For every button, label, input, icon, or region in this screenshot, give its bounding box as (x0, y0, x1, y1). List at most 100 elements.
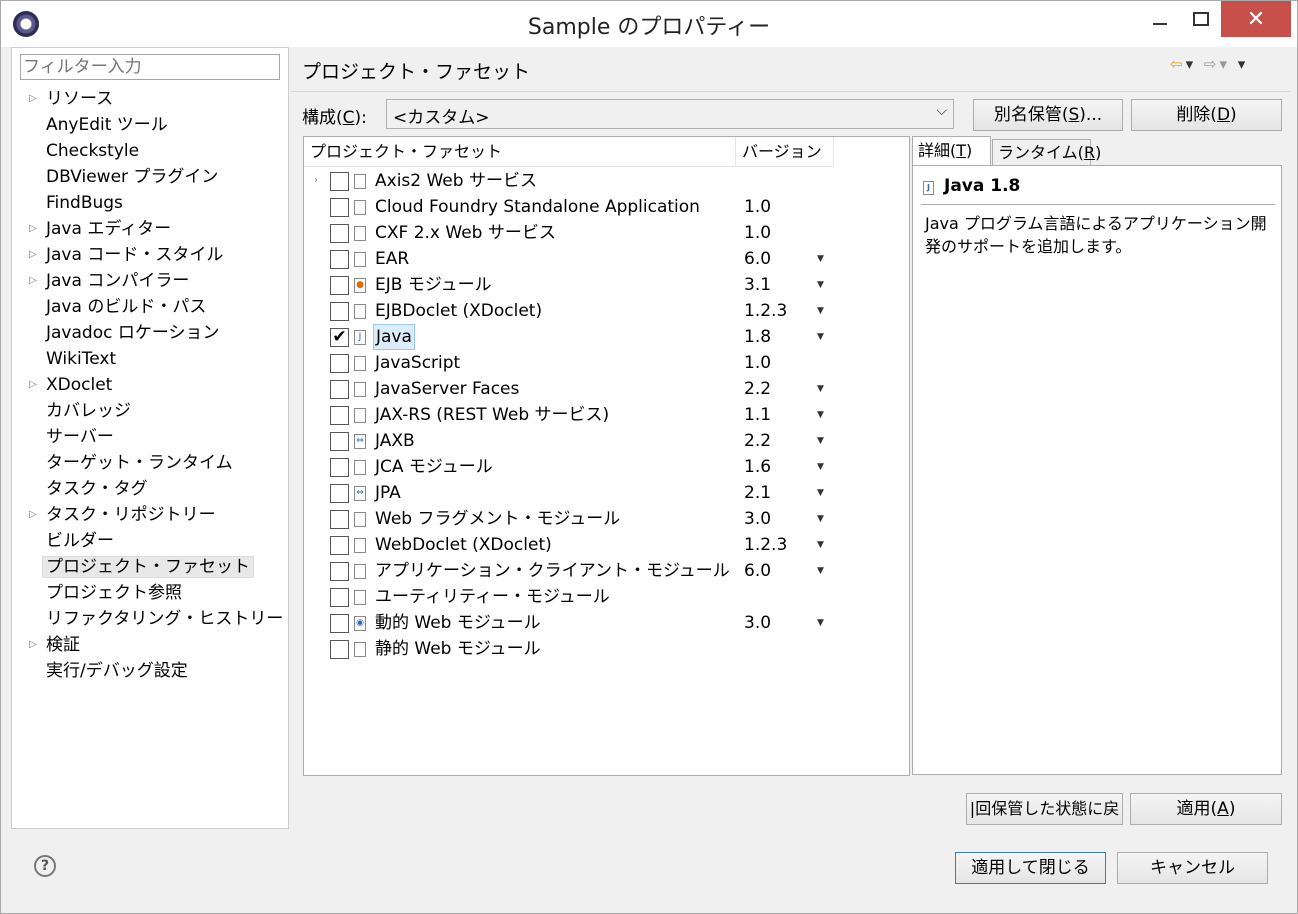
tree-item[interactable]: リファクタリング・ヒストリー (12, 606, 288, 632)
facet-row[interactable]: JavaScript 1.0 (304, 350, 909, 376)
tree-item[interactable]: Java のビルド・パス (12, 294, 288, 320)
expand-arrow-icon[interactable]: ▷ (29, 502, 37, 528)
expand-arrow-icon[interactable]: ▷ (29, 242, 37, 268)
facet-row[interactable]: ◉ 動的 Web モジュール 3.0 ▼ (304, 610, 909, 636)
facet-row[interactable]: ✔ J Java 1.8 ▼ (304, 324, 909, 350)
version-dropdown-icon[interactable]: ▼ (817, 272, 824, 298)
expand-arrow-icon[interactable]: ▷ (29, 372, 37, 398)
facet-checkbox[interactable] (330, 406, 349, 425)
delete-button[interactable]: 削除(D) (1131, 99, 1282, 131)
facet-checkbox[interactable]: ✔ (330, 328, 349, 347)
configuration-combo[interactable]: <カスタム> ⌵ (386, 99, 954, 129)
tree-item[interactable]: ▷ Java コード・スタイル (12, 242, 288, 268)
facet-row[interactable]: ユーティリティー・モジュール (304, 584, 909, 610)
column-header-facet[interactable]: プロジェクト・ファセット (304, 137, 736, 167)
facet-row[interactable]: EAR 6.0 ▼ (304, 246, 909, 272)
facet-checkbox[interactable] (330, 172, 349, 191)
facet-row[interactable]: ⇔ JAXB 2.2 ▼ (304, 428, 909, 454)
tab-runtime[interactable]: ランタイム(R) (992, 139, 1101, 166)
facet-row[interactable]: WebDoclet (XDoclet) 1.2.3 ▼ (304, 532, 909, 558)
expand-arrow-icon[interactable]: ▷ (29, 268, 37, 294)
facet-row[interactable]: EJBDoclet (XDoclet) 1.2.3 ▼ (304, 298, 909, 324)
facet-checkbox[interactable] (330, 562, 349, 581)
facet-row[interactable]: ⇔ JPA 2.1 ▼ (304, 480, 909, 506)
facet-checkbox[interactable] (330, 640, 349, 659)
expand-arrow-icon[interactable]: › (314, 168, 318, 194)
close-button[interactable]: ✕ (1221, 1, 1291, 37)
facet-checkbox[interactable] (330, 302, 349, 321)
facet-row[interactable]: › Axis2 Web サービス (304, 168, 909, 194)
apply-button[interactable]: 適用(A) (1130, 793, 1282, 825)
tree-item[interactable]: プロジェクト参照 (12, 580, 288, 606)
facet-checkbox[interactable] (330, 276, 349, 295)
tree-item[interactable]: ▷ 検証 (12, 632, 288, 658)
tree-item[interactable]: WikiText (12, 346, 288, 372)
version-dropdown-icon[interactable]: ▼ (817, 428, 824, 454)
maximize-button[interactable] (1183, 1, 1219, 37)
facet-row[interactable]: JCA モジュール 1.6 ▼ (304, 454, 909, 480)
tree-item[interactable]: DBViewer プラグイン (12, 164, 288, 190)
forward-dropdown-icon[interactable]: ▾ (1219, 55, 1230, 73)
expand-arrow-icon[interactable]: ▷ (29, 86, 37, 112)
version-dropdown-icon[interactable]: ▼ (817, 376, 824, 402)
tree-item[interactable]: ▷ リソース (12, 86, 288, 112)
facet-row[interactable]: アプリケーション・クライアント・モジュール 6.0 ▼ (304, 558, 909, 584)
facet-checkbox[interactable] (330, 536, 349, 555)
version-dropdown-icon[interactable]: ▼ (817, 246, 824, 272)
facet-row[interactable]: CXF 2.x Web サービス 1.0 (304, 220, 909, 246)
back-dropdown-icon[interactable]: ▾ (1186, 55, 1197, 73)
view-menu-icon[interactable]: ▾ (1238, 55, 1249, 73)
facet-checkbox[interactable] (330, 432, 349, 451)
minimize-button[interactable] (1137, 1, 1183, 37)
tree-item[interactable]: ▷ Java エディター (12, 216, 288, 242)
facet-checkbox[interactable] (330, 458, 349, 477)
version-dropdown-icon[interactable]: ▼ (817, 402, 824, 428)
tree-item[interactable]: 実行/デバッグ設定 (12, 658, 288, 684)
version-dropdown-icon[interactable]: ▼ (817, 532, 824, 558)
facet-checkbox[interactable] (330, 614, 349, 633)
back-arrow-icon[interactable]: ⇦ (1170, 55, 1186, 73)
facet-row[interactable]: 静的 Web モジュール (304, 636, 909, 662)
version-dropdown-icon[interactable]: ▼ (817, 454, 824, 480)
version-dropdown-icon[interactable]: ▼ (817, 506, 824, 532)
filter-input[interactable] (20, 54, 280, 80)
expand-arrow-icon[interactable]: ▷ (29, 216, 37, 242)
facet-checkbox[interactable] (330, 198, 349, 217)
tree-item[interactable]: ▷ タスク・リポジトリー (12, 502, 288, 528)
facet-checkbox[interactable] (330, 224, 349, 243)
tree-item[interactable]: カバレッジ (12, 398, 288, 424)
facet-checkbox[interactable] (330, 484, 349, 503)
facet-checkbox[interactable] (330, 354, 349, 373)
tree-item[interactable]: ビルダー (12, 528, 288, 554)
tree-item[interactable]: プロジェクト・ファセット (12, 554, 288, 580)
restore-defaults-button[interactable]: |回保管した状態に戻 (966, 793, 1123, 825)
facet-checkbox[interactable] (330, 510, 349, 529)
tree-item[interactable]: ターゲット・ランタイム (12, 450, 288, 476)
tree-item[interactable]: ▷ XDoclet (12, 372, 288, 398)
facet-checkbox[interactable] (330, 250, 349, 269)
tree-item[interactable]: Checkstyle (12, 138, 288, 164)
help-icon[interactable]: ? (34, 855, 56, 877)
forward-arrow-icon[interactable]: ⇨ (1204, 55, 1220, 73)
cancel-button[interactable]: キャンセル (1117, 852, 1268, 884)
facet-checkbox[interactable] (330, 588, 349, 607)
version-dropdown-icon[interactable]: ▼ (817, 324, 824, 350)
facet-checkbox[interactable] (330, 380, 349, 399)
tree-item[interactable]: ▷ Java コンパイラー (12, 268, 288, 294)
tree-item[interactable]: サーバー (12, 424, 288, 450)
facet-row[interactable]: JavaServer Faces 2.2 ▼ (304, 376, 909, 402)
tree-item[interactable]: FindBugs (12, 190, 288, 216)
tab-details[interactable]: 詳細(T) (912, 136, 991, 167)
version-dropdown-icon[interactable]: ▼ (817, 558, 824, 584)
save-as-button[interactable]: 別名保管(S)... (973, 99, 1123, 131)
version-dropdown-icon[interactable]: ▼ (817, 610, 824, 636)
facet-row[interactable]: Cloud Foundry Standalone Application 1.0 (304, 194, 909, 220)
expand-arrow-icon[interactable]: ▷ (29, 632, 37, 658)
apply-and-close-button[interactable]: 適用して閉じる (955, 852, 1106, 884)
version-dropdown-icon[interactable]: ▼ (817, 480, 824, 506)
facet-row[interactable]: ● EJB モジュール 3.1 ▼ (304, 272, 909, 298)
facet-row[interactable]: Web フラグメント・モジュール 3.0 ▼ (304, 506, 909, 532)
column-header-version[interactable]: バージョン (736, 137, 834, 167)
tree-item[interactable]: タスク・タグ (12, 476, 288, 502)
facet-row[interactable]: JAX-RS (REST Web サービス) 1.1 ▼ (304, 402, 909, 428)
